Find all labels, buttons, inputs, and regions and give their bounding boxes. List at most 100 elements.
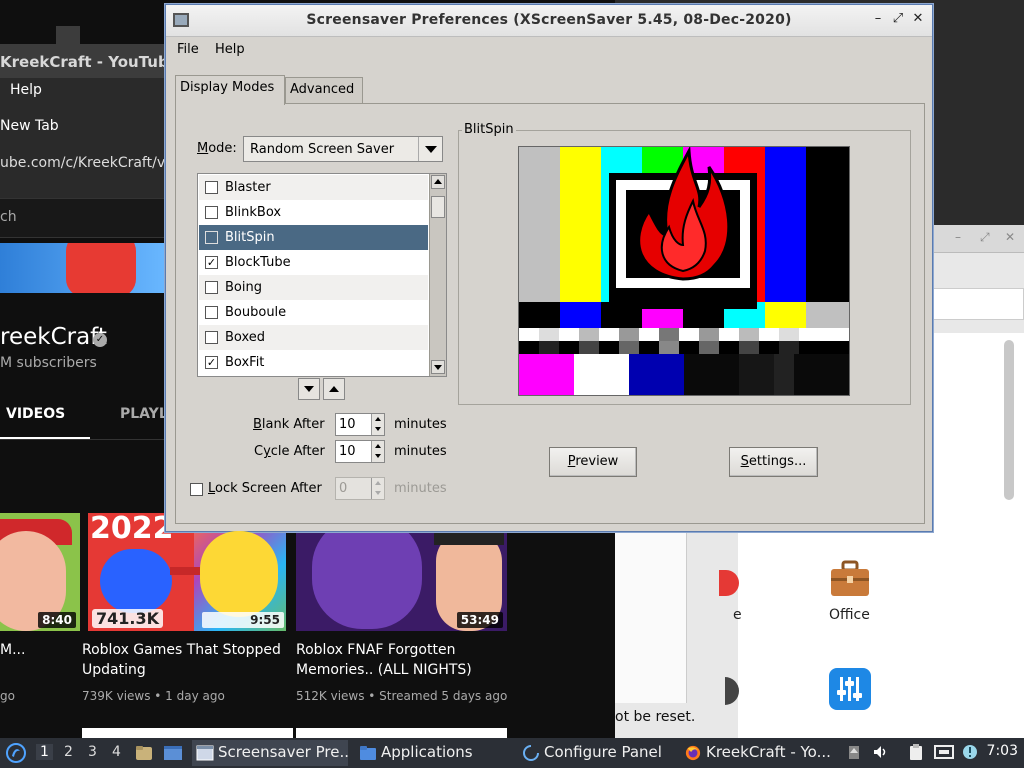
spin-down-button[interactable] [371, 424, 384, 435]
close-icon[interactable]: ✕ [1005, 230, 1015, 244]
file-manager-icon[interactable] [135, 744, 153, 762]
previous-saver-button[interactable] [323, 378, 345, 400]
menu-file[interactable]: File [177, 42, 199, 57]
workspace-2[interactable]: 2 [64, 744, 73, 760]
screensaver-list-item[interactable]: Blaster [199, 175, 428, 200]
preview-button[interactable]: Preview [549, 447, 637, 477]
lock-screen-label[interactable]: Lock Screen After [208, 481, 322, 496]
lock-after-spinner: 0 [335, 477, 385, 500]
xss-titlebar[interactable]: Screensaver Preferences (XScreenSaver 5.… [166, 5, 932, 37]
configure-icon [523, 745, 539, 761]
tab-advanced[interactable]: Advanced [285, 77, 363, 103]
video-meta: 512K views • Streamed 5 days ago [296, 689, 508, 703]
task-configure-panel[interactable]: Configure Panel [518, 740, 674, 766]
task-screensaver[interactable]: Screensaver Pre... [192, 740, 348, 766]
screensaver-enabled-checkbox[interactable] [205, 206, 218, 219]
screensaver-enabled-checkbox[interactable] [205, 181, 218, 194]
eject-icon[interactable] [846, 743, 862, 761]
youtube-search-box[interactable] [0, 198, 170, 238]
video-title[interactable]: Roblox Games That Stopped Updating [82, 640, 282, 680]
scrollbar-thumb[interactable] [431, 196, 445, 218]
cycle-after-spinner[interactable]: 10 [335, 440, 385, 463]
maximize-button[interactable]: ⤢ [890, 11, 906, 29]
screensaver-list-item[interactable]: BlinkBox [199, 200, 428, 225]
screensaver-enabled-checkbox[interactable] [205, 231, 218, 244]
browser-menu-help[interactable]: Help [10, 82, 42, 98]
video-meta: go [0, 689, 15, 703]
blank-after-text: lank After [261, 417, 325, 432]
configure-panel-search[interactable] [930, 288, 1024, 320]
clock[interactable]: 7:03 [987, 743, 1018, 759]
video-thumbnail[interactable]: 8:40 [0, 513, 80, 631]
clipboard-icon[interactable] [908, 743, 924, 761]
task-label: Configure Panel [544, 743, 662, 761]
screensaver-list-item[interactable]: ✓ BlockTube [199, 250, 428, 275]
chevron-down-icon[interactable] [418, 137, 442, 161]
screensaver-enabled-checkbox[interactable] [205, 331, 218, 344]
cycle-after-text-1: C [254, 444, 264, 459]
minimize-button[interactable]: – [870, 11, 886, 29]
lock-screen-checkbox[interactable] [190, 483, 203, 496]
preview-button-text: review [575, 454, 619, 469]
task-firefox[interactable]: KreekCraft - Yo... [680, 740, 832, 766]
app-icon-partial[interactable] [719, 570, 739, 596]
screensaver-list-item[interactable]: Boing [199, 275, 428, 300]
update-icon[interactable] [962, 743, 978, 761]
screensaver-list-item[interactable]: Bouboule [199, 300, 428, 325]
screensaver-enabled-checkbox[interactable] [205, 306, 218, 319]
workspace-3[interactable]: 3 [88, 744, 97, 760]
channel-name: reekCraft [0, 324, 107, 350]
volume-icon[interactable] [872, 743, 888, 761]
next-row-thumbnail[interactable] [82, 728, 293, 738]
screensaver-name: BlockTube [225, 255, 291, 270]
preview-frame-title: BlitSpin [462, 122, 516, 137]
configure-panel-scrollbar[interactable] [1004, 340, 1014, 500]
screensaver-list-item[interactable]: Boxed [199, 325, 428, 350]
minimize-icon[interactable]: – [955, 230, 961, 244]
video-duration: 53:49 [456, 612, 503, 628]
start-menu-icon[interactable] [5, 742, 27, 764]
list-scrollbar[interactable] [429, 174, 446, 376]
next-row-thumbnail[interactable] [296, 728, 507, 738]
close-button[interactable]: ✕ [910, 11, 926, 29]
workspace-4[interactable]: 4 [112, 744, 121, 760]
browser-window-title[interactable]: KreekCraft - YouTube [0, 44, 170, 78]
blank-after-spinner[interactable]: 10 [335, 413, 385, 436]
mixer-icon[interactable] [829, 668, 871, 710]
scroll-up-button[interactable] [431, 175, 445, 189]
browser-menu-new-tab[interactable]: New Tab [0, 118, 59, 134]
channel-tab-videos[interactable]: VIDEOS [6, 406, 65, 422]
arrow-up-icon [329, 386, 339, 392]
channel-tab-playlists[interactable]: PLAYL [120, 406, 168, 422]
task-applications[interactable]: Applications [355, 740, 505, 766]
tab-display-modes[interactable]: Display Modes [175, 75, 285, 105]
network-icon[interactable] [934, 743, 954, 761]
desktop-icon[interactable] [163, 744, 183, 762]
spin-down-button[interactable] [371, 451, 384, 462]
video-title[interactable]: M... [0, 640, 80, 660]
tabs-divider [0, 439, 170, 440]
next-saver-button[interactable] [298, 378, 320, 400]
screensaver-name: Blaster [225, 180, 271, 195]
screensaver-list-item[interactable]: ✓ BoxFit [199, 350, 428, 375]
app-icon-partial[interactable] [725, 677, 739, 705]
xscreensaver-window: Screensaver Preferences (XScreenSaver 5.… [165, 4, 933, 532]
browser-url[interactable]: ube.com/c/KreekCraft/vid [0, 155, 178, 171]
screensaver-list-item[interactable]: BlitSpin [199, 225, 428, 250]
cycle-after-value: 10 [339, 444, 356, 459]
menu-help[interactable]: Help [215, 42, 245, 57]
screensaver-list[interactable]: Blaster BlinkBox BlitSpin ✓ BlockTube Boing Bo… [197, 173, 447, 377]
screensaver-enabled-checkbox[interactable]: ✓ [205, 256, 218, 269]
settings-button[interactable]: Settings... [729, 447, 818, 477]
menu-bar: File Help [166, 38, 932, 62]
mode-select[interactable]: Random Screen Saver [243, 136, 443, 162]
video-title[interactable]: Roblox FNAF Forgotten Memories.. (ALL NI… [296, 640, 506, 680]
screensaver-enabled-checkbox[interactable]: ✓ [205, 356, 218, 369]
office-icon[interactable] [829, 560, 871, 598]
workspace-1[interactable]: 1 [36, 744, 53, 760]
lock-after-unit: minutes [394, 481, 447, 496]
scroll-down-button[interactable] [431, 360, 445, 374]
maximize-icon[interactable]: ⤢ [980, 230, 990, 245]
screensaver-enabled-checkbox[interactable] [205, 281, 218, 294]
app-label-partial: e [733, 607, 742, 623]
